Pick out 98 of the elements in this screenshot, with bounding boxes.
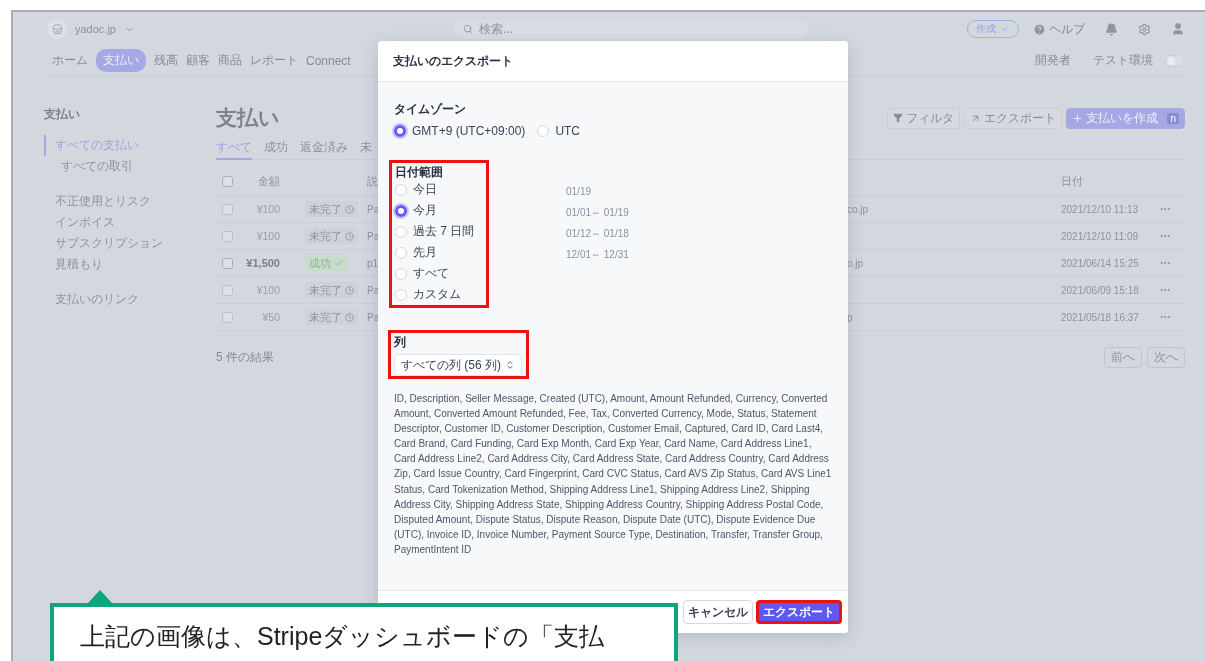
sidebar-item[interactable]: サブスクリプション — [44, 233, 216, 254]
sidebar-item[interactable]: 支払いのリンク — [44, 289, 216, 310]
radio-label: 過去 7 日間 — [413, 223, 475, 240]
search-icon — [463, 24, 473, 34]
help-link[interactable]: ヘルプ — [1049, 20, 1085, 38]
radio-label: 先月 — [413, 244, 437, 261]
cancel-button[interactable]: キャンセル — [683, 600, 753, 624]
amount-cell-text: ¥1,500 — [245, 257, 280, 269]
clock-icon — [345, 231, 354, 241]
radio-label: UTC — [555, 124, 581, 138]
column-header: 日付 — [1061, 174, 1084, 189]
user-icon[interactable] — [1171, 22, 1185, 36]
date-cell-text: 2021/12/10 11:13 — [1061, 203, 1140, 215]
clock-icon — [345, 285, 354, 295]
bell-icon[interactable] — [1105, 22, 1118, 36]
action-button[interactable]: エクスポート — [964, 107, 1063, 129]
table-cell-text: o.jp — [847, 257, 865, 269]
row-checkbox[interactable] — [222, 311, 233, 323]
radio-label: 今月 — [413, 202, 437, 219]
table-cell-text: p — [847, 311, 854, 323]
radio-label: すべて — [413, 265, 449, 282]
radio-label: 今日 — [413, 181, 437, 198]
dialog-title: 支払いのエクスポート — [393, 53, 513, 69]
plus-icon — [1072, 112, 1084, 124]
row-checkbox[interactable] — [222, 203, 233, 215]
action-button[interactable]: 支払いを作成 n — [1066, 107, 1185, 129]
search-placeholder: 検索... — [479, 20, 513, 38]
nav-tab[interactable]: Connect — [306, 50, 351, 71]
columns-label: 列 — [394, 335, 407, 349]
chevron-down-icon — [1000, 24, 1010, 34]
action-button[interactable]: フィルタ — [887, 107, 961, 129]
nav-tab[interactable]: 顧客 — [186, 49, 210, 72]
columns-description: ID, Description, Seller Message, Created (UTC), Amount, Amount Refunded, Currency, Converted Amount, Converted Amount Refunded, Fee, Tax, Converted Currency, Mode, Status, Statement Descriptor, Customer ID, Customer Description, Customer Email, Captured, Card ID, Card Last4, Card Brand, Card Funding, Card Exp Month, Card Exp Year, Card Name, Card Address Line1, Card Address Line2, Card Address City, Card Address State, Card Address Country, Card Address Zip, Card Issue Country, Card Fingerprint, Card CVC Status, Card AVS Zip Status, Card AVS Line1 Status, Card Tokenization Method, Shipping Address Line1, Shipping Address Line2, Shipping Address City, Shipping Address State, Shipping Address Country, Shipping Address Postal Code, Disputed Amount, Dispute Status, Dispute Reason, Dispute Date (UTC), Dispute Evidence Due (UTC), Invoice ID, Invoice Number, Payment Source Type, Destination, Transfer, Transfer Group, PaymentIntent ID — [394, 392, 832, 557]
callout-text: 上記の画像は、Stripeダッシュボードの「支払 — [80, 621, 606, 651]
filter-tab[interactable]: 未 — [360, 136, 372, 160]
test-mode-toggle[interactable] — [1165, 54, 1185, 67]
table-cell-text: co.jp — [847, 203, 870, 215]
help-icon — [1033, 22, 1046, 36]
row-checkbox[interactable] — [222, 284, 233, 296]
store-icon — [47, 19, 67, 39]
radio-label: カスタム — [413, 286, 461, 303]
clock-icon — [345, 312, 354, 322]
sidebar-item[interactable]: 不正使用とリスク — [44, 191, 216, 212]
status-badge: 成功 — [305, 255, 348, 271]
settings-icon[interactable] — [1138, 22, 1151, 36]
radio-button[interactable] — [395, 204, 407, 217]
description-cell: p1 — [367, 257, 379, 269]
date-cell-text: 2021/06/14 15:25 — [1061, 257, 1140, 269]
clock-icon — [345, 204, 354, 214]
amount-cell-text: ¥100 — [255, 230, 280, 242]
check-icon — [334, 258, 344, 268]
pager-button[interactable]: 前へ — [1104, 346, 1142, 368]
date-range-value: 01/19 — [566, 185, 593, 199]
sidebar-item[interactable]: 見積もり — [44, 254, 216, 275]
radio-button[interactable] — [394, 125, 406, 137]
nav-tab[interactable]: 商品 — [218, 49, 242, 72]
date-cell-text: 2021/06/09 15:18 — [1061, 284, 1140, 296]
nav-tab[interactable]: 支払い — [96, 49, 146, 72]
filter-tab[interactable]: 成功 — [264, 136, 288, 160]
chevrons-up-down-icon — [505, 360, 515, 370]
date-range-value: 01/01～ 01/19 — [566, 205, 629, 220]
page-title: 支払い — [216, 105, 280, 131]
date-cell-text: 2021/12/10 11:09 — [1061, 230, 1140, 242]
export-button[interactable]: エクスポート — [756, 600, 842, 624]
account-name[interactable]: yadoc.jp — [75, 23, 116, 35]
nav-tab[interactable]: ホーム — [52, 49, 88, 72]
status-badge: 未完了 — [305, 309, 358, 325]
developer-link[interactable]: 開発者 — [1035, 52, 1071, 69]
shortcut-key: n — [1167, 112, 1179, 124]
amount-cell-text: ¥100 — [255, 284, 280, 296]
status-badge: 未完了 — [305, 201, 358, 217]
sidebar-item[interactable]: インボイス — [44, 212, 216, 233]
sidebar-title: 支払い — [44, 106, 81, 123]
row-checkbox[interactable] — [222, 230, 233, 242]
date-range-value: 12/01～ 12/31 — [566, 247, 629, 262]
nav-tab[interactable]: 残高 — [154, 49, 178, 72]
pager-button[interactable]: 次へ — [1147, 346, 1185, 368]
filter-icon — [893, 113, 904, 123]
status-badge: 未完了 — [305, 228, 358, 244]
date-cell-text: 2021/05/18 16:37 — [1061, 311, 1140, 323]
row-checkbox[interactable] — [222, 257, 233, 269]
select-all-checkbox[interactable] — [222, 176, 233, 187]
test-mode-label: テスト環境 — [1093, 52, 1153, 69]
date-range-value: 01/12～ 01/18 — [566, 226, 629, 241]
amount-cell-text: ¥50 — [261, 311, 280, 323]
column-header: 金額 — [257, 174, 280, 189]
date-range-label: 日付範囲 — [395, 165, 444, 179]
search-field[interactable]: 検索... — [453, 19, 808, 39]
radio-label: GMT+9 (UTC+09:00) — [412, 124, 526, 138]
timezone-label: タイムゾーン — [394, 102, 467, 116]
amount-cell-text: ¥100 — [255, 203, 280, 215]
columns-select[interactable]: すべての列 (56 列) — [394, 354, 522, 376]
status-badge: 未完了 — [305, 282, 358, 298]
filter-tab[interactable]: 返金済み — [300, 136, 348, 160]
column-header: 説 — [367, 174, 379, 189]
sidebar-item[interactable]: すべての取引 — [44, 156, 216, 177]
result-count: 5 件の結果 — [216, 348, 274, 366]
nav-tab[interactable]: レポート — [250, 49, 298, 72]
